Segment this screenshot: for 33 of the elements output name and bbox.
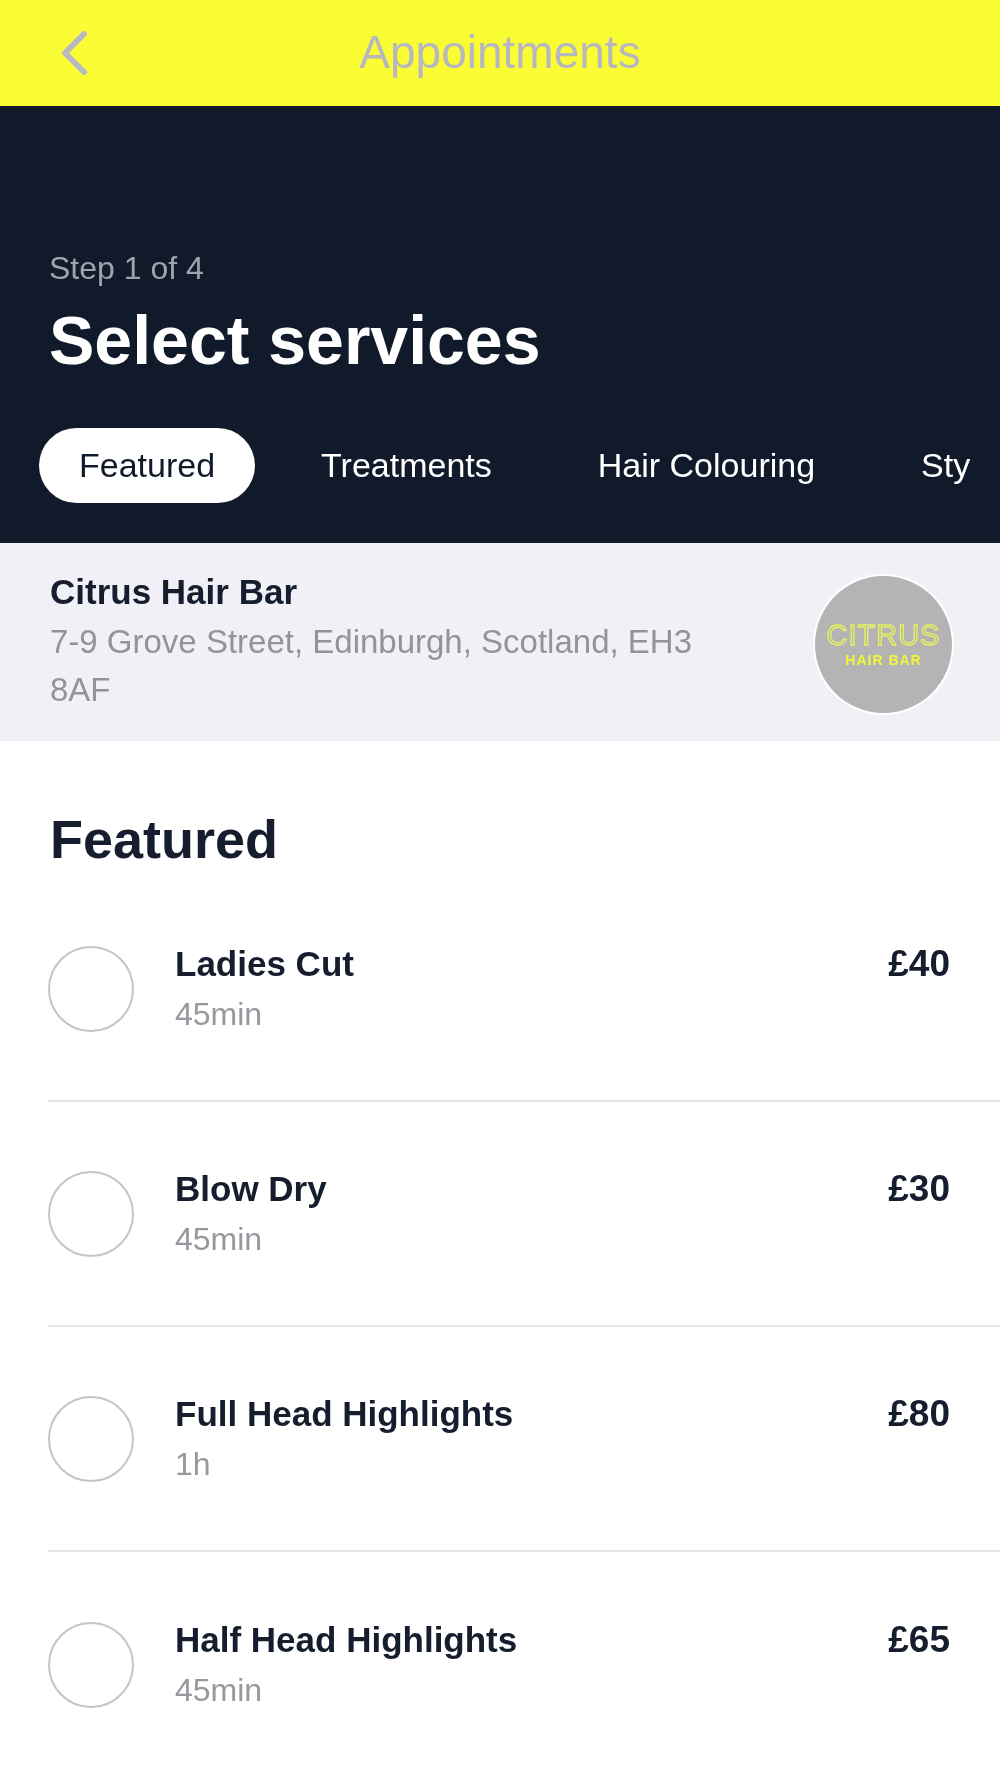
category-tab[interactable]: Sty — [881, 428, 1000, 503]
category-tab[interactable]: Treatments — [281, 428, 532, 503]
service-price: £40 — [888, 941, 950, 986]
service-name: Half Head Highlights — [175, 1618, 518, 1661]
empty-circle-icon[interactable] — [48, 1395, 134, 1482]
logo-wordmark: CITRUS — [826, 619, 941, 651]
logo-tagline: HAIR BAR — [845, 651, 922, 669]
service-price: £65 — [888, 1617, 950, 1662]
service-name: Ladies Cut — [175, 942, 354, 985]
service-duration: 45min — [175, 1670, 263, 1710]
screen-title: Appointments — [359, 25, 641, 81]
empty-circle-icon[interactable] — [48, 1621, 134, 1708]
service-name: Full Head Highlights — [175, 1392, 514, 1435]
empty-circle-icon[interactable] — [48, 945, 134, 1032]
service-row[interactable]: Full Head Highlights £80 1h — [48, 1327, 1000, 1552]
salon-name: Citrus Hair Bar — [50, 571, 299, 613]
category-tab[interactable]: Featured — [39, 428, 256, 503]
category-tab[interactable]: Hair Colouring — [557, 428, 856, 503]
service-duration: 45min — [175, 994, 263, 1034]
service-duration: 1h — [175, 1444, 211, 1484]
chevron-left-icon — [60, 31, 88, 75]
service-row[interactable]: Half Head Highlights £65 45min — [48, 1552, 1000, 1777]
step-indicator: Step 1 of 4 — [49, 249, 205, 287]
page-title: Select services — [49, 301, 542, 379]
section-heading: Featured — [50, 808, 280, 871]
service-price: £30 — [888, 1166, 950, 1211]
service-row[interactable]: Ladies Cut £40 45min — [48, 877, 1000, 1102]
salon-address: 7-9 Grove Street, Edinburgh, Scotland, EH3 8AF — [50, 622, 694, 710]
service-duration: 45min — [175, 1219, 263, 1259]
empty-circle-icon[interactable] — [48, 1170, 134, 1257]
service-price: £80 — [888, 1391, 950, 1436]
service-row[interactable]: Blow Dry £30 45min — [48, 1102, 1000, 1327]
service-name: Blow Dry — [175, 1167, 327, 1210]
